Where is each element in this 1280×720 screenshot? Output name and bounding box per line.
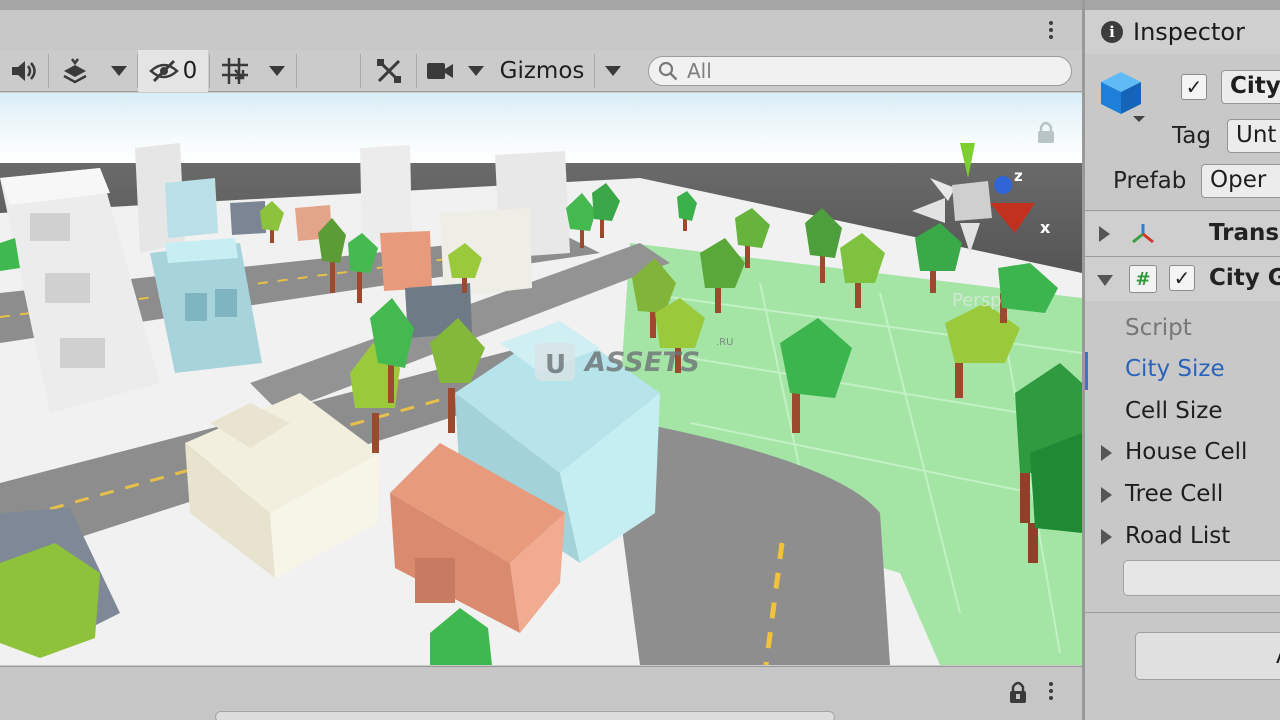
scene-search-field[interactable] [648, 56, 1072, 86]
audio-toggle-button[interactable] [0, 50, 46, 92]
inspector-panel: i Inspector ✓ City Tag Unt Prefab Oper T… [1085, 0, 1280, 720]
watermark-suffix: .RU [716, 337, 733, 348]
grid-icon [222, 58, 248, 84]
effects-dropdown-button[interactable] [102, 50, 136, 92]
unity-editor: 0 Gizmos All U ASSETS .RU z x Persp i In… [0, 0, 1280, 720]
gizmo-x-label: x [1040, 218, 1051, 237]
component-name: City G [1209, 265, 1280, 291]
tools-icon [377, 59, 401, 83]
gameobject-active-checkbox[interactable]: ✓ [1181, 74, 1207, 100]
chevron-down-icon [269, 66, 285, 76]
tag-dropdown[interactable]: Unt [1227, 119, 1280, 153]
script-hash-icon: # [1129, 265, 1157, 293]
toolbar-separator [594, 54, 595, 88]
search-input[interactable] [687, 59, 1047, 83]
grid-dropdown-button[interactable] [260, 50, 294, 92]
transform-icon [1132, 224, 1154, 244]
toolbar-separator [296, 54, 297, 88]
chevron-right-icon[interactable] [1101, 445, 1112, 461]
scene-bottom-bar [0, 666, 1082, 720]
divider [1085, 210, 1280, 211]
effects-layers-icon [63, 58, 87, 84]
chevron-down-icon [111, 66, 127, 76]
gameobject-name-field[interactable]: City [1221, 70, 1280, 104]
property-script: Script [1125, 315, 1192, 341]
gizmos-dropdown-button[interactable] [596, 50, 630, 92]
scene-view-panel: 0 Gizmos All U ASSETS .RU z x Persp [0, 0, 1082, 720]
window-top-strip [1085, 0, 1280, 10]
chevron-right-icon[interactable] [1101, 487, 1112, 503]
chevron-right-icon[interactable] [1099, 226, 1110, 242]
camera-dropdown-button[interactable] [462, 50, 490, 92]
chevron-down-icon [468, 66, 484, 76]
component-city-generator-header[interactable]: # ✓ City G [1085, 257, 1280, 301]
lock-icon[interactable] [1008, 681, 1028, 705]
chevron-right-icon[interactable] [1101, 529, 1112, 545]
gizmo-z-axis-icon [994, 176, 1012, 194]
divider [1085, 612, 1280, 613]
property-tree-cell[interactable]: Tree Cell [1125, 481, 1223, 507]
prefab-label: Prefab [1113, 168, 1187, 194]
camera-icon [427, 63, 453, 79]
projection-mode-label[interactable]: Persp [952, 290, 1002, 311]
component-enabled-checkbox[interactable]: ✓ [1169, 265, 1195, 291]
toolbar-separator [48, 54, 49, 88]
panel-more-menu-icon[interactable] [1046, 679, 1056, 703]
city-scene-render[interactable]: U ASSETS .RU z x Persp [0, 93, 1082, 665]
road-list-field[interactable] [1123, 560, 1280, 596]
info-icon: i [1101, 21, 1123, 43]
property-house-cell[interactable]: House Cell [1125, 439, 1247, 465]
scene-tab-bar [0, 10, 1082, 50]
generate-button-label: A [1276, 644, 1280, 669]
effects-toggle-button[interactable] [50, 50, 100, 92]
generate-button[interactable]: A [1135, 632, 1280, 680]
grid-toggle-button[interactable] [210, 50, 260, 92]
window-top-strip [0, 0, 1082, 10]
tag-label: Tag [1172, 123, 1211, 149]
property-city-size[interactable]: City Size [1125, 356, 1225, 382]
eye-hidden-icon [148, 59, 179, 83]
gizmos-button[interactable]: Gizmos [492, 50, 592, 92]
scene-more-menu-icon[interactable] [1046, 18, 1056, 42]
toolbar-separator [360, 54, 361, 88]
hidden-objects-count: 0 [182, 58, 198, 84]
search-icon [658, 61, 678, 81]
scene-viewport[interactable]: U ASSETS .RU z x Persp [0, 93, 1082, 665]
property-cell-size[interactable]: Cell Size [1125, 398, 1223, 424]
speaker-icon [12, 61, 36, 81]
watermark-text: ASSETS [583, 347, 700, 378]
component-transform-header[interactable]: Trans [1085, 212, 1280, 256]
chevron-down-icon[interactable] [1097, 275, 1113, 286]
gameobject-cube-icon [1101, 72, 1145, 122]
gizmo-z-label: z [1014, 167, 1023, 185]
scene-visibility-button[interactable]: 0 [138, 50, 208, 92]
bottom-panel-field[interactable] [215, 711, 835, 720]
gizmos-label: Gizmos [499, 58, 585, 84]
component-name: Trans [1209, 220, 1280, 246]
inspector-tab[interactable]: i Inspector [1085, 10, 1280, 54]
inspector-title: Inspector [1133, 18, 1245, 46]
scene-tools-button[interactable] [364, 50, 414, 92]
property-road-list[interactable]: Road List [1125, 523, 1230, 549]
watermark-u: U [545, 350, 566, 380]
toolbar-separator [416, 54, 417, 88]
prefab-open-button[interactable]: Oper [1201, 164, 1280, 198]
chevron-down-icon [605, 66, 621, 76]
camera-settings-button[interactable] [418, 50, 462, 92]
selection-indicator [1085, 352, 1088, 390]
